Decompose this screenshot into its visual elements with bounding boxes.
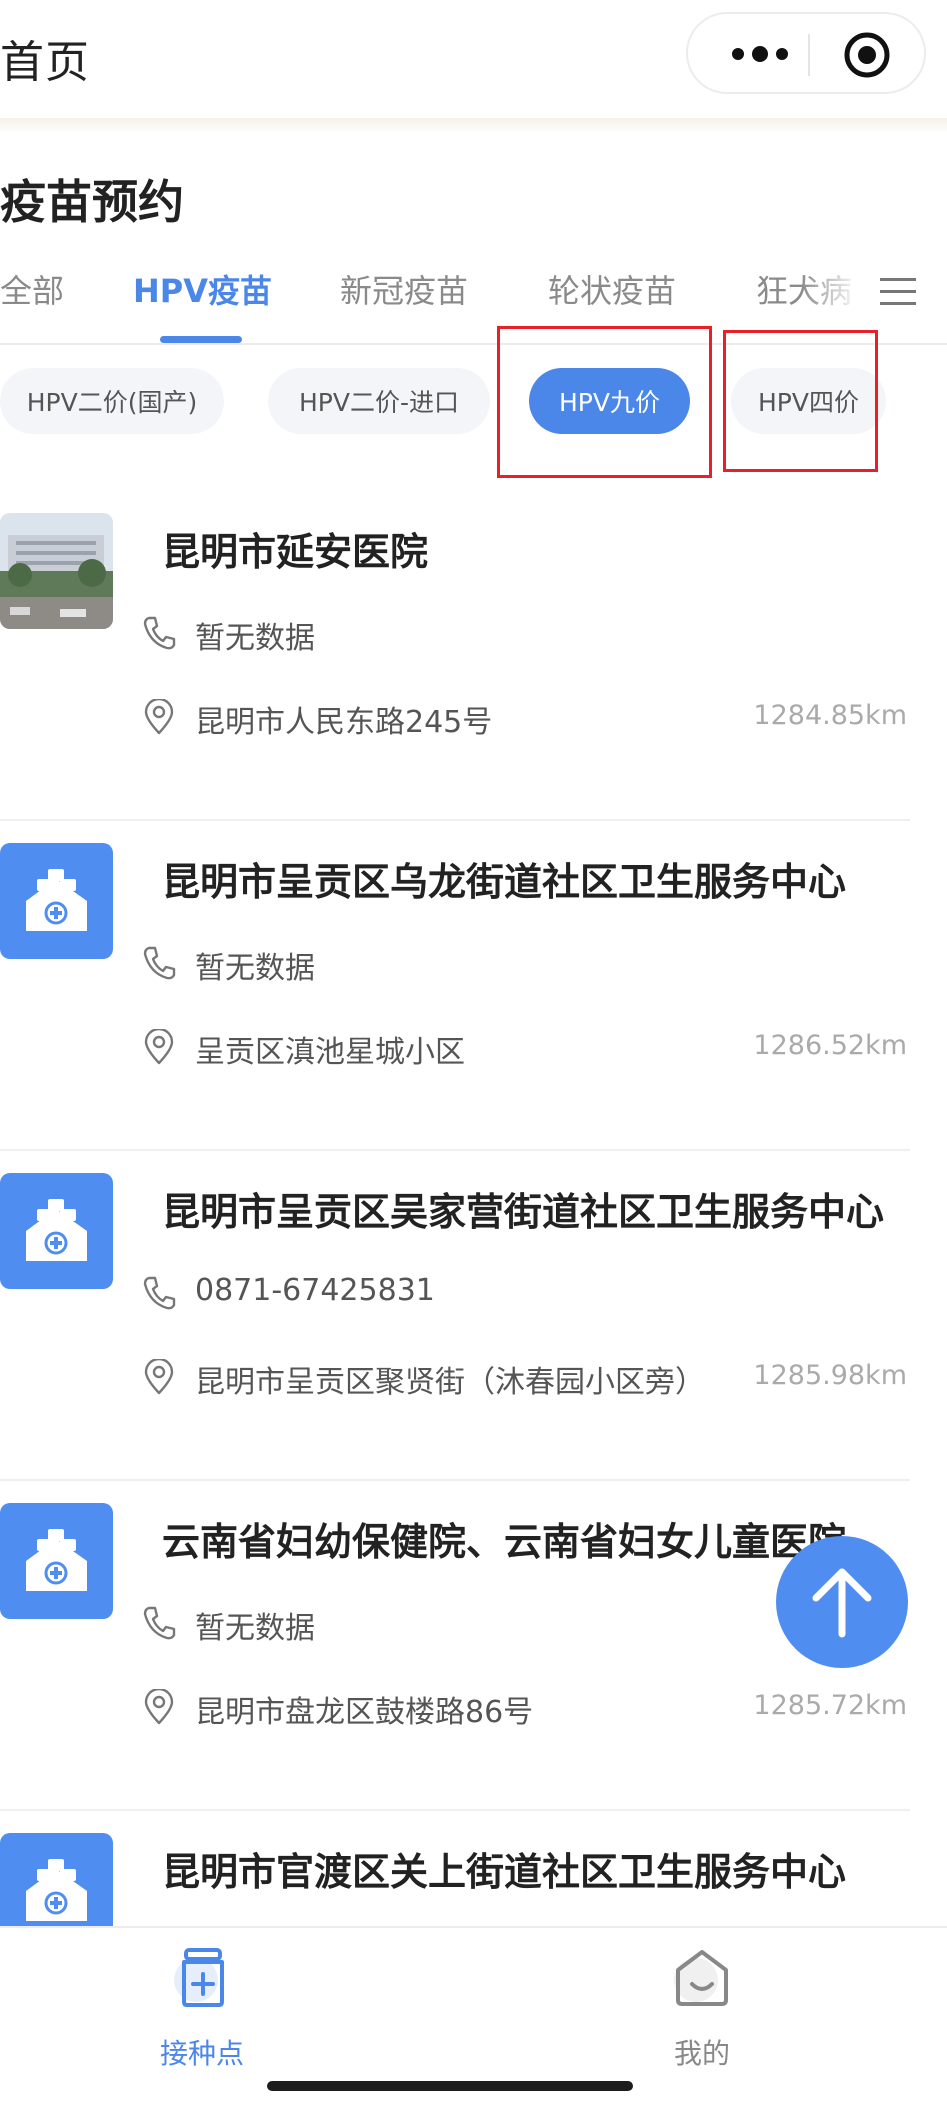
clinic-card[interactable]: 昆明市延安医院 暂无数据 昆明市人民东路245号 1284.85km bbox=[0, 491, 947, 821]
chip-hpv2-import[interactable]: HPV二价-进口 bbox=[268, 368, 490, 434]
page-title: 疫苗预约 bbox=[0, 175, 184, 229]
clinic-distance: 1285.98km bbox=[753, 1360, 907, 1391]
clinic-card[interactable]: 昆明市呈贡区吴家营街道社区卫生服务中心 0871-67425831 昆明市呈贡区… bbox=[0, 1151, 947, 1481]
clinic-house-icon bbox=[26, 1529, 87, 1591]
tab-all[interactable]: 全部 bbox=[0, 266, 64, 312]
chip-hpv2-domestic[interactable]: HPV二价(国产) bbox=[0, 368, 224, 434]
highlight-box-hpv4 bbox=[723, 330, 878, 472]
vaccine-bottle-icon bbox=[174, 1948, 224, 2007]
tab-rotavirus[interactable]: 轮状疫苗 bbox=[548, 266, 676, 312]
location-pin-icon bbox=[144, 699, 174, 735]
phone-icon bbox=[143, 946, 176, 980]
clinic-icon-tile bbox=[0, 1173, 113, 1289]
hamburger-menu-icon[interactable] bbox=[880, 270, 916, 312]
clinic-address: 昆明市盘龙区鼓楼路86号 bbox=[195, 1695, 534, 1730]
profile-house-icon bbox=[674, 1950, 728, 2006]
nav-item-profile[interactable]: 我的 bbox=[622, 1946, 782, 2076]
clinic-icon-tile bbox=[0, 843, 113, 959]
clinic-house-icon bbox=[26, 1199, 87, 1261]
clinic-address: 呈贡区滇池星城小区 bbox=[195, 1035, 465, 1070]
clinic-name: 昆明市官渡区关上街道社区卫生服务中心 bbox=[162, 1850, 847, 1894]
tab-covid[interactable]: 新冠疫苗 bbox=[340, 266, 468, 312]
clinic-distance: 1286.52km bbox=[753, 1030, 907, 1061]
clinic-distance: 1285.72km bbox=[753, 1690, 907, 1721]
clinic-address: 昆明市呈贡区聚贤街（沐春园小区旁） bbox=[195, 1365, 705, 1400]
bottom-nav: 接种点 我的 bbox=[0, 1926, 947, 2106]
clinic-house-icon bbox=[26, 869, 87, 931]
tab-hpv[interactable]: HPV疫苗 bbox=[133, 266, 272, 312]
top-bar: 首页 bbox=[0, 0, 947, 118]
clinic-name: 昆明市呈贡区吴家营街道社区卫生服务中心 bbox=[162, 1190, 885, 1234]
phone-icon bbox=[143, 1276, 176, 1310]
clinic-address: 昆明市人民东路245号 bbox=[195, 705, 493, 740]
clinic-phone[interactable]: 0871-67425831 bbox=[195, 1273, 435, 1308]
clinic-name: 昆明市呈贡区乌龙街道社区卫生服务中心 bbox=[162, 860, 847, 904]
more-dots-icon[interactable] bbox=[720, 34, 800, 74]
phone-icon bbox=[143, 616, 176, 650]
nav-item-vaccination-sites[interactable]: 接种点 bbox=[122, 1946, 282, 2076]
clinic-phone: 暂无数据 bbox=[195, 621, 315, 656]
clinic-icon-tile bbox=[0, 1503, 113, 1619]
clinic-phone: 暂无数据 bbox=[195, 951, 315, 986]
scroll-top-button[interactable] bbox=[776, 1536, 908, 1668]
phone-icon bbox=[143, 1606, 176, 1640]
clinic-name: 昆明市延安医院 bbox=[162, 530, 429, 574]
location-pin-icon bbox=[144, 1689, 174, 1725]
target-close-icon[interactable] bbox=[842, 30, 892, 80]
arrow-up-icon bbox=[812, 1568, 872, 1638]
location-pin-icon bbox=[144, 1029, 174, 1065]
top-bar-title: 首页 bbox=[0, 37, 90, 88]
nav-label-profile: 我的 bbox=[673, 2037, 730, 2070]
capsule-divider bbox=[808, 34, 810, 76]
nav-label-vaccination-sites: 接种点 bbox=[159, 2037, 244, 2070]
top-bar-shadow bbox=[0, 118, 947, 134]
highlight-box-hpv9 bbox=[497, 326, 712, 478]
tab-active-indicator bbox=[160, 336, 242, 343]
clinic-distance: 1284.85km bbox=[753, 700, 907, 731]
clinic-phone: 暂无数据 bbox=[195, 1611, 315, 1646]
clinic-card[interactable]: 昆明市呈贡区乌龙街道社区卫生服务中心 暂无数据 呈贡区滇池星城小区 1286.5… bbox=[0, 821, 947, 1151]
home-indicator bbox=[267, 2081, 633, 2091]
tabs-fade bbox=[800, 262, 860, 332]
clinic-photo bbox=[0, 513, 113, 629]
capsule-menu bbox=[686, 12, 926, 94]
location-pin-icon bbox=[144, 1359, 174, 1395]
